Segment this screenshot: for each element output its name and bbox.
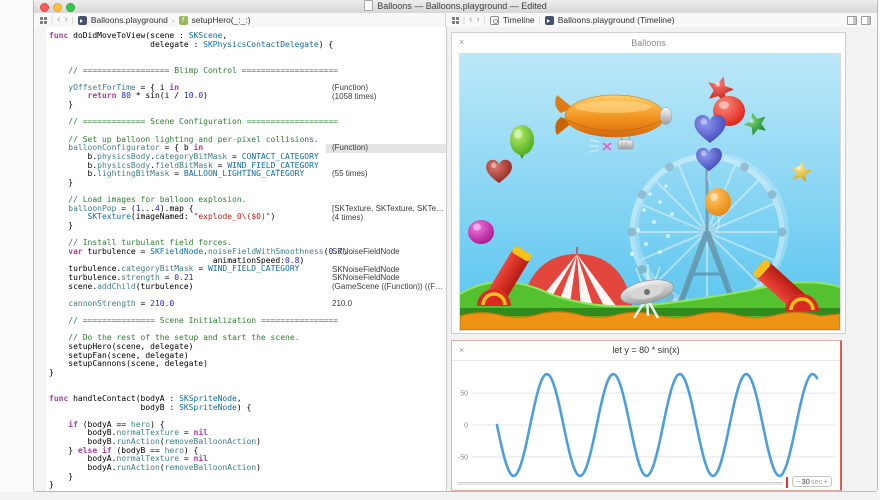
sine-chart: 50 0 -50 [452,360,840,477]
balloon-magenta [468,220,494,244]
scrubber-track[interactable] [457,482,783,485]
function-icon: f [179,16,188,25]
playground-file-icon [78,16,87,25]
editor-gutter [34,27,46,491]
jump-bar-left: | ‹ › | Balloons.playground › f setupHer… [34,13,446,27]
assistant-pane: × Balloons [447,27,877,491]
window-content: func doDidMoveToView(scene : SKScene, de… [34,27,877,491]
code-lines[interactable]: func doDidMoveToView(scene : SKScene, de… [49,32,348,490]
live-view-scene [459,53,841,331]
window-title: Balloons — Balloons.playground — Edited [34,0,877,13]
breadcrumb-file[interactable]: Balloons.playground (Timeline) [558,15,675,25]
minimize-window-button[interactable] [53,3,62,12]
svg-text:-50: -50 [458,454,468,461]
duration-stepper: − 30sec + [792,476,832,487]
standard-editor-icon[interactable] [847,16,857,25]
result-value[interactable]: SKNoiseFieldNode [332,266,446,275]
desktop [0,492,880,500]
timeline-icon [490,16,499,25]
live-view-header: × Balloons [452,33,845,53]
chart-title: let y = 80 * sin(x) [452,341,840,359]
breadcrumb-file[interactable]: Balloons.playground [91,15,168,25]
result-value[interactable]: (4 times) [332,214,446,223]
zoom-window-button[interactable] [66,3,75,12]
close-window-button[interactable] [40,3,49,12]
increase-duration-button[interactable]: + [824,477,828,486]
duration-label: 30sec [801,477,822,486]
back-button[interactable]: ‹ [57,15,60,25]
breadcrumb-counterpart[interactable]: Timeline [503,15,535,25]
jump-bars: | ‹ › | Balloons.playground › f setupHer… [34,13,877,28]
result-value[interactable]: 210.0 [332,300,446,309]
editor-pane-buttons [847,16,871,25]
chart-card: × let y = 80 * sin(x) 50 0 -50 − 30sec + [451,340,842,491]
chevron-right-icon: › [172,16,175,25]
svg-text:0: 0 [464,423,468,430]
source-editor[interactable]: func doDidMoveToView(scene : SKScene, de… [34,27,446,491]
live-view-title: Balloons [452,33,845,53]
live-view-card: × Balloons [451,32,846,334]
breadcrumb-symbol[interactable]: setupHero(_:_:) [192,15,251,25]
forward-button[interactable]: › [476,15,479,25]
related-items-icon[interactable] [452,17,459,24]
assistant-editor-icon[interactable] [861,16,871,25]
result-value[interactable]: (1058 times) [332,93,446,102]
result-value[interactable]: (Function) [332,84,446,93]
result-value[interactable]: SKNoiseFieldNode [332,248,446,257]
jump-bar-right: | ‹ › | Timeline | Balloons.playground (… [446,13,877,27]
timeline-scrubber: − 30sec + [452,475,840,490]
forward-button[interactable]: › [64,15,67,25]
decrease-duration-button[interactable]: − [796,477,800,486]
xcode-window: Balloons — Balloons.playground — Edited … [33,0,878,492]
results-column: (Function)(1058 times)(Function)(55 time… [326,32,446,491]
result-value[interactable]: [SKTexture, SKTexture, SKTe… [332,205,446,214]
related-items-icon[interactable] [40,17,47,24]
close-icon[interactable]: × [459,37,464,47]
svg-text:50: 50 [460,391,468,398]
result-value[interactable]: (55 times) [332,170,446,179]
playground-file-icon [545,16,554,25]
result-value[interactable]: (Function) [326,144,446,153]
close-icon[interactable]: × [459,345,464,355]
title-bar: Balloons — Balloons.playground — Edited [34,0,877,14]
playhead[interactable] [786,477,788,488]
back-button[interactable]: ‹ [469,15,472,25]
traffic-lights [40,3,75,12]
chart-header: × let y = 80 * sin(x) [452,341,840,361]
result-value[interactable]: SKNoiseFieldNode [332,274,446,283]
result-value[interactable]: (GameScene ((Function)) ((F… [332,283,446,292]
document-proxy-icon[interactable] [364,0,373,11]
